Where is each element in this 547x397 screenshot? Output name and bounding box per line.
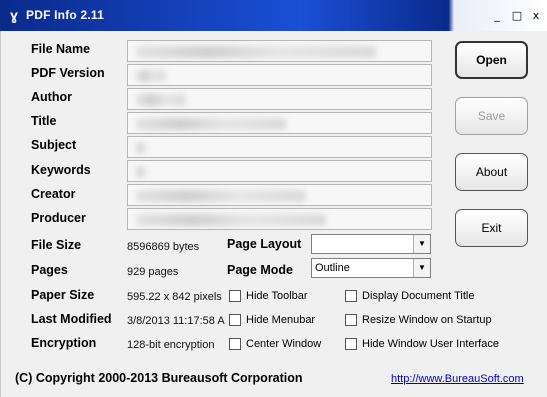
label-last-modified: Last Modified xyxy=(31,312,112,326)
window-title: PDF Info 2.11 xyxy=(26,8,104,22)
label-encryption: Encryption xyxy=(31,336,97,350)
resize-window-on-startup-label[interactable]: Resize Window on Startup xyxy=(362,314,492,326)
page-layout-select[interactable]: ▼ xyxy=(311,234,431,254)
chevron-down-icon[interactable]: ▼ xyxy=(413,235,430,253)
display-document-title-label[interactable]: Display Document Title xyxy=(362,290,475,302)
label-title: Title xyxy=(31,114,57,128)
subject-field[interactable] xyxy=(127,136,432,158)
creator-field[interactable] xyxy=(127,184,432,206)
label-producer: Producer xyxy=(31,211,86,225)
label-paper-size: Paper Size xyxy=(31,288,95,302)
hide-toolbar-label[interactable]: Hide Toolbar xyxy=(246,290,308,302)
title-bar[interactable]: ɣ PDF Info 2.11 _ □ x xyxy=(0,0,547,31)
maximize-button[interactable]: □ xyxy=(510,9,524,23)
website-link[interactable]: http://www.BureauSoft.com xyxy=(391,373,524,385)
label-author: Author xyxy=(31,90,72,104)
label-pdf-version: PDF Version xyxy=(31,66,105,80)
author-field[interactable] xyxy=(127,88,432,110)
copyright-text: (C) Copyright 2000-2013 Bureausoft Corpo… xyxy=(15,371,303,385)
label-creator: Creator xyxy=(31,187,76,201)
label-page-mode: Page Mode xyxy=(227,263,293,277)
center-window-checkbox[interactable] xyxy=(229,338,241,350)
hide-menubar-label[interactable]: Hide Menubar xyxy=(246,314,315,326)
encryption-value: 128-bit encryption xyxy=(127,339,215,351)
keywords-field[interactable] xyxy=(127,160,432,182)
label-pages: Pages xyxy=(31,263,68,277)
page-mode-select[interactable]: Outline ▼ xyxy=(311,258,431,278)
display-document-title-checkbox[interactable] xyxy=(345,290,357,302)
hide-window-user-interface-label[interactable]: Hide Window User Interface xyxy=(362,338,499,350)
app-icon[interactable]: ɣ xyxy=(7,8,21,22)
label-page-layout: Page Layout xyxy=(227,237,302,251)
hide-menubar-checkbox[interactable] xyxy=(229,314,241,326)
label-file-name: File Name xyxy=(31,42,91,56)
exit-button[interactable]: Exit xyxy=(455,209,528,247)
producer-field[interactable] xyxy=(127,208,432,230)
about-button[interactable]: About xyxy=(455,153,528,191)
label-subject: Subject xyxy=(31,138,77,152)
pages-value: 929 pages xyxy=(127,266,179,278)
last-modified-value: 3/8/2013 11:17:58 A xyxy=(127,315,225,327)
page-mode-value: Outline xyxy=(315,262,350,274)
pdf-version-field[interactable] xyxy=(127,64,432,86)
minimize-button[interactable]: _ xyxy=(490,9,504,23)
close-button[interactable]: x xyxy=(529,9,543,23)
file-name-field[interactable] xyxy=(127,40,432,62)
center-window-label[interactable]: Center Window xyxy=(246,338,321,350)
label-file-size: File Size xyxy=(31,238,82,252)
label-keywords: Keywords xyxy=(31,163,91,177)
paper-size-value: 595.22 x 842 pixels xyxy=(127,291,222,303)
save-button[interactable]: Save xyxy=(455,97,528,135)
chevron-down-icon[interactable]: ▼ xyxy=(413,259,430,277)
title-field[interactable] xyxy=(127,112,432,134)
open-button[interactable]: Open xyxy=(455,41,528,79)
resize-window-on-startup-checkbox[interactable] xyxy=(345,314,357,326)
hide-window-user-interface-checkbox[interactable] xyxy=(345,338,357,350)
hide-toolbar-checkbox[interactable] xyxy=(229,290,241,302)
file-size-value: 8596869 bytes xyxy=(127,241,200,253)
